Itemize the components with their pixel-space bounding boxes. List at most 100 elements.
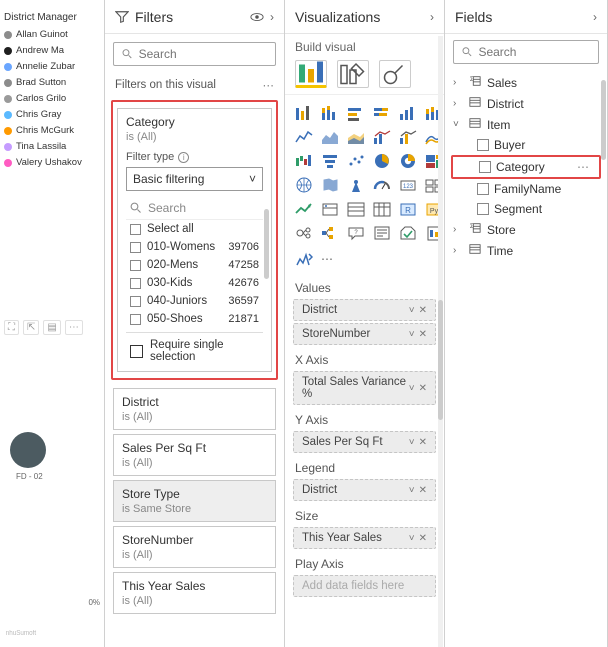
field-well-item[interactable]: District˅✕ <box>293 299 436 321</box>
viz-type-icon[interactable] <box>397 127 419 147</box>
dm-list-item[interactable]: Chris McGurk <box>4 125 100 136</box>
eye-icon[interactable] <box>250 10 264 24</box>
collapse-icon[interactable]: › <box>593 10 597 24</box>
filter-option-row[interactable]: 050-Shoes21871 <box>126 310 263 328</box>
filter-option-row[interactable]: Select all <box>126 220 263 238</box>
fields-column-row[interactable]: Category⋯ <box>451 155 601 179</box>
remove-icon[interactable]: ✕ <box>419 305 427 316</box>
filter-card[interactable]: Districtis (All) <box>113 388 276 430</box>
field-well-item[interactable]: StoreNumber˅✕ <box>293 323 436 345</box>
viz-type-icon[interactable] <box>397 223 419 243</box>
viz-type-icon[interactable] <box>371 175 393 195</box>
filter-card[interactable]: Store Typeis Same Store <box>113 480 276 522</box>
viz-type-icon[interactable] <box>319 127 341 147</box>
fields-column-row[interactable]: Segment <box>451 199 601 219</box>
viz-type-icon[interactable] <box>345 103 367 123</box>
checkbox-icon[interactable] <box>130 242 141 253</box>
viz-type-icon[interactable] <box>293 175 315 195</box>
viz-type-icon[interactable] <box>293 151 315 171</box>
get-more-visuals-icon[interactable] <box>295 251 313 267</box>
build-visual-tab[interactable] <box>295 60 327 88</box>
chevron-down-icon[interactable]: ˅ <box>409 305 415 316</box>
dm-list-item[interactable]: Andrew Ma <box>4 45 100 56</box>
remove-icon[interactable]: ✕ <box>419 485 427 496</box>
dm-list-item[interactable]: Allan Guinot <box>4 29 100 40</box>
fields-column-row[interactable]: FamilyName <box>451 179 601 199</box>
chevron-down-icon[interactable]: ˅ <box>453 119 463 130</box>
info-icon[interactable]: i <box>178 152 189 163</box>
viz-type-icon[interactable] <box>371 103 393 123</box>
filter-type-dropdown[interactable]: Basic filtering ˅ <box>126 167 263 191</box>
filters-section-more-icon[interactable]: ⋯ <box>263 78 275 92</box>
viz-type-icon[interactable]: 123 <box>397 175 419 195</box>
fields-search-input[interactable] <box>478 45 590 59</box>
fields-table-row[interactable]: ›ΣStore <box>451 219 601 240</box>
filters-search[interactable] <box>113 42 276 66</box>
remove-icon[interactable]: ✕ <box>419 383 427 394</box>
filter-card[interactable]: This Year Salesis (All) <box>113 572 276 614</box>
fields-search[interactable] <box>453 40 599 64</box>
fields-table-row[interactable]: ˅Item <box>451 114 601 135</box>
collapse-icon[interactable]: › <box>430 10 434 24</box>
chevron-down-icon[interactable]: ˅ <box>409 329 415 340</box>
filter-card[interactable]: Sales Per Sq Ftis (All) <box>113 434 276 476</box>
viz-type-icon[interactable] <box>371 151 393 171</box>
chevron-down-icon[interactable]: ˅ <box>409 485 415 496</box>
viz-type-icon[interactable] <box>345 175 367 195</box>
viz-type-icon[interactable] <box>345 151 367 171</box>
viz-type-icon[interactable]: ? <box>345 223 367 243</box>
chevron-right-icon[interactable]: › <box>453 245 463 256</box>
field-well-item[interactable]: This Year Sales˅✕ <box>293 527 436 549</box>
viz-type-icon[interactable] <box>319 199 341 219</box>
checkbox-icon[interactable] <box>477 203 489 215</box>
remove-icon[interactable]: ✕ <box>419 437 427 448</box>
dm-list-item[interactable]: Brad Sutton <box>4 77 100 88</box>
viz-type-icon[interactable] <box>345 199 367 219</box>
viz-type-icon[interactable]: R <box>397 199 419 219</box>
viz-type-icon[interactable] <box>371 127 393 147</box>
field-well-item[interactable]: Total Sales Variance %˅✕ <box>293 371 436 405</box>
chevron-down-icon[interactable]: ˅ <box>409 383 415 394</box>
checkbox-icon[interactable] <box>477 183 489 195</box>
require-single-selection[interactable]: Require single selection <box>126 332 263 365</box>
filter-values-search[interactable]: Search <box>126 197 263 220</box>
checkbox-icon[interactable] <box>130 224 141 235</box>
checkbox-icon[interactable] <box>130 314 141 325</box>
more-icon[interactable]: ⋯ <box>321 252 333 266</box>
checkbox-icon[interactable] <box>130 278 141 289</box>
viz-type-icon[interactable] <box>293 223 315 243</box>
filter-option-row[interactable]: 030-Kids42676 <box>126 274 263 292</box>
analytics-tab[interactable] <box>379 60 411 88</box>
scrollbar-thumb[interactable] <box>264 209 269 279</box>
chevron-right-icon[interactable]: › <box>453 77 463 88</box>
viz-type-icon[interactable] <box>319 151 341 171</box>
fields-column-row[interactable]: Buyer <box>451 135 601 155</box>
viz-type-icon[interactable] <box>319 103 341 123</box>
filters-search-input[interactable] <box>139 47 267 61</box>
viz-type-icon[interactable] <box>345 127 367 147</box>
checkbox-icon[interactable] <box>477 139 489 151</box>
viz-type-icon[interactable] <box>319 223 341 243</box>
filter-card[interactable]: StoreNumberis (All) <box>113 526 276 568</box>
chevron-down-icon[interactable]: ˅ <box>409 437 415 448</box>
viz-type-icon[interactable] <box>371 199 393 219</box>
scrollbar-thumb[interactable] <box>438 300 443 420</box>
checkbox-icon[interactable] <box>479 161 491 173</box>
scrollbar-thumb[interactable] <box>601 80 606 160</box>
dm-list-item[interactable]: Chris Gray <box>4 109 100 120</box>
chevron-right-icon[interactable]: › <box>453 224 463 235</box>
filter-option-row[interactable]: 040-Juniors36597 <box>126 292 263 310</box>
fields-table-row[interactable]: ›District <box>451 93 601 114</box>
remove-icon[interactable]: ✕ <box>419 533 427 544</box>
checkbox-icon[interactable] <box>130 260 141 271</box>
filter-option-row[interactable]: 010-Womens39706 <box>126 238 263 256</box>
field-well-item[interactable]: Add data fields here <box>293 575 436 597</box>
dm-list-item[interactable]: Tina Lassila <box>4 141 100 152</box>
viz-type-icon[interactable] <box>293 103 315 123</box>
checkbox-icon[interactable] <box>130 345 143 358</box>
filter-card-category[interactable]: Category is (All) Filter type i Basic fi… <box>117 108 272 372</box>
more-icon[interactable]: ⋯ <box>577 160 595 174</box>
chevron-down-icon[interactable]: ˅ <box>409 533 415 544</box>
viz-type-icon[interactable] <box>397 103 419 123</box>
remove-icon[interactable]: ✕ <box>419 329 427 340</box>
